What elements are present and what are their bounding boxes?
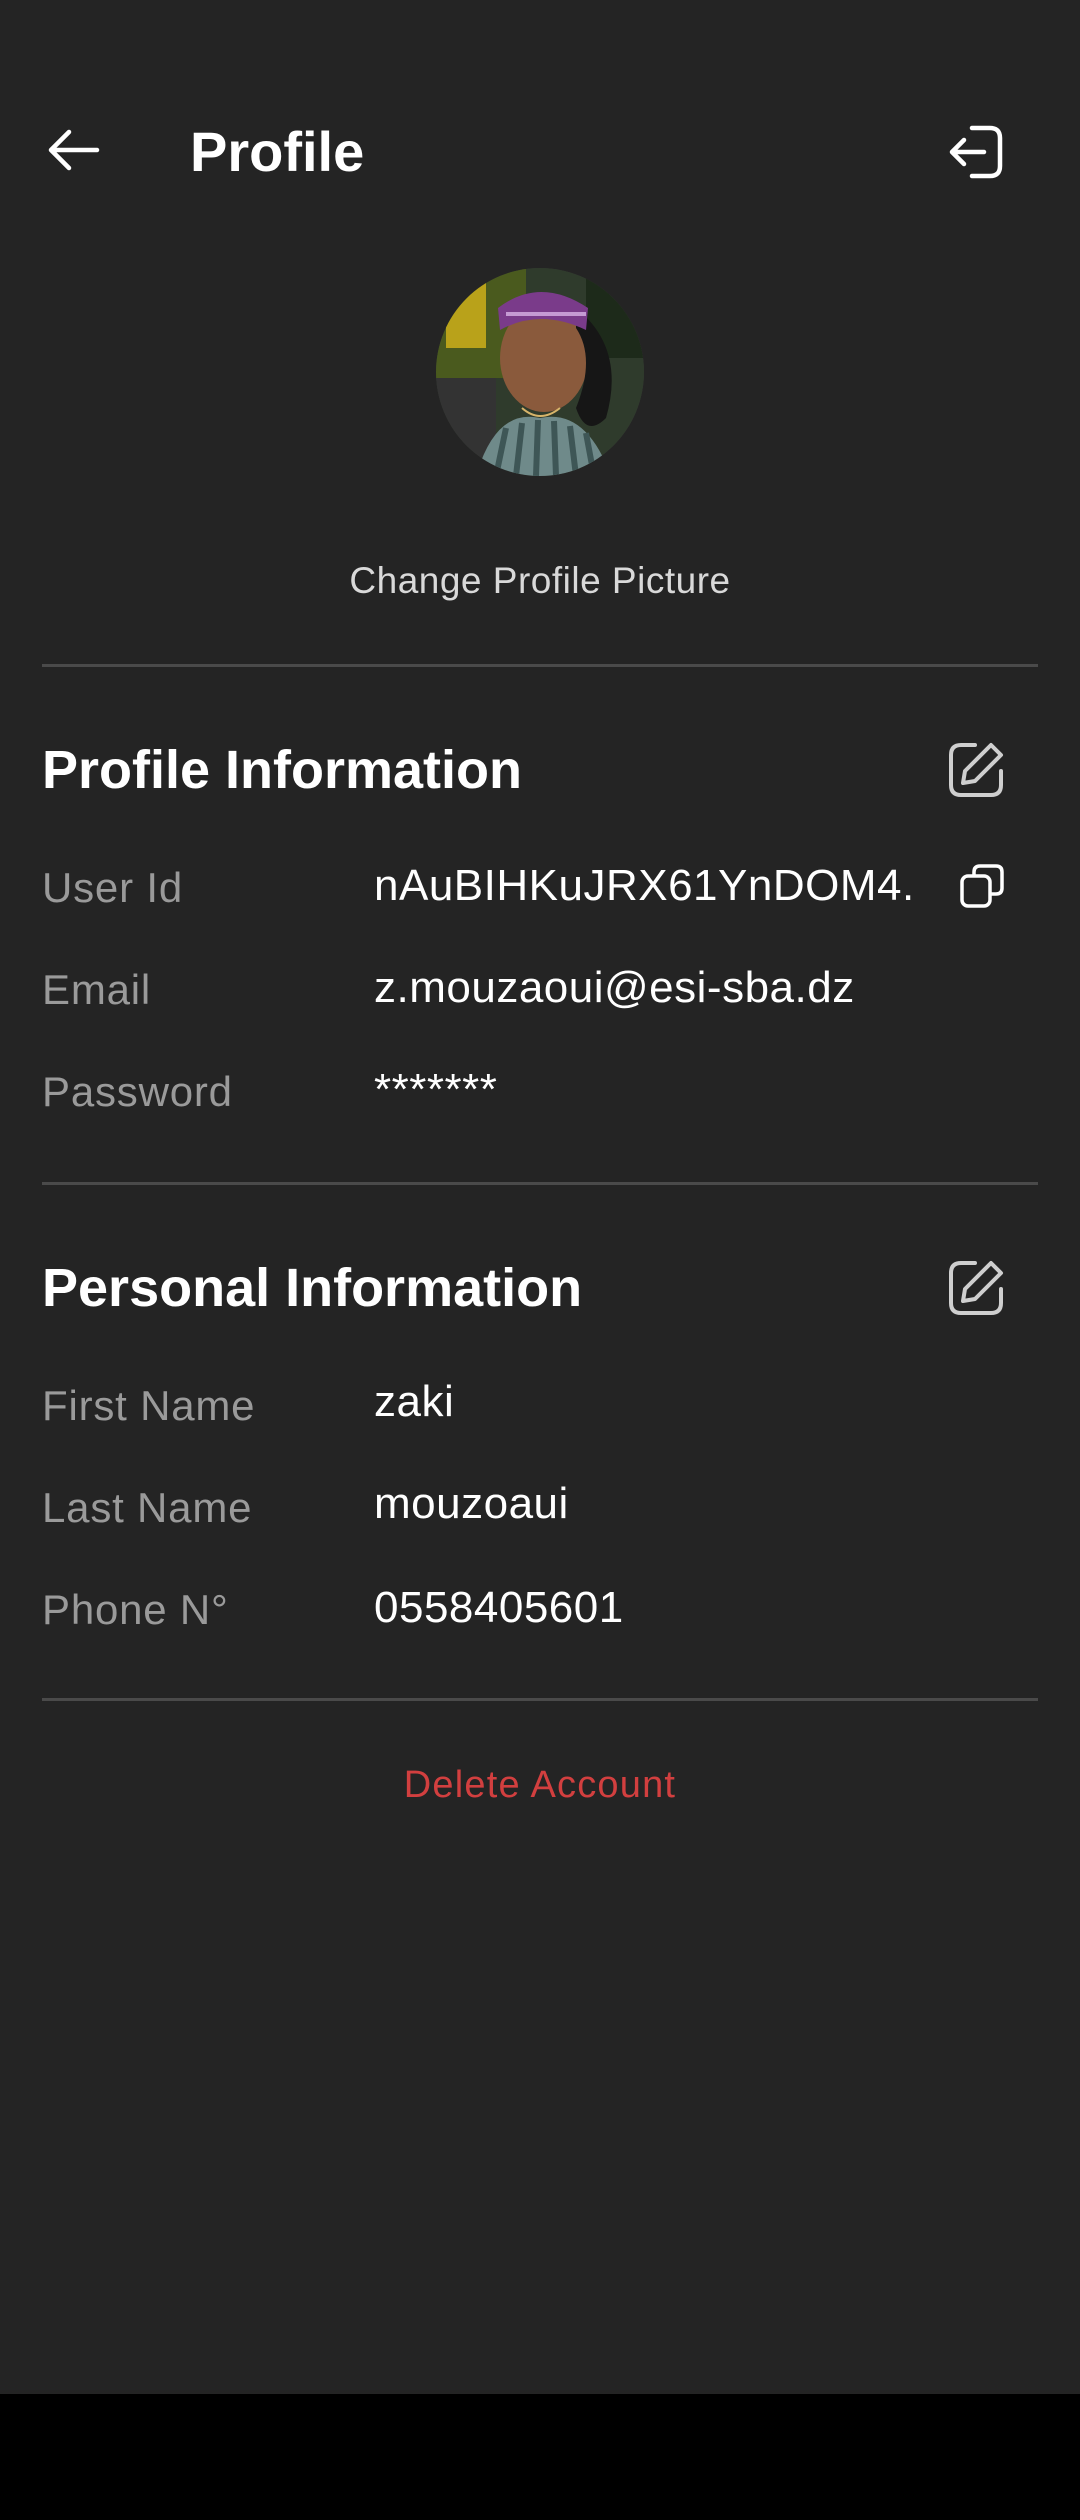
divider bbox=[42, 664, 1038, 667]
delete-account-button[interactable]: Delete Account bbox=[0, 1760, 1080, 1810]
system-navigation-bar bbox=[0, 2394, 1080, 2520]
edit-profile-information-button[interactable] bbox=[940, 736, 1012, 808]
first-name-value: zaki bbox=[374, 1377, 455, 1426]
edit-icon bbox=[945, 1257, 1007, 1324]
profile-screen: Profile Change Profile Picture Profile I… bbox=[0, 0, 1080, 2394]
divider bbox=[42, 1698, 1038, 1701]
phone-label: Phone N° bbox=[42, 1586, 229, 1633]
password-value: ******* bbox=[374, 1065, 498, 1114]
last-name-label: Last Name bbox=[42, 1484, 253, 1531]
logout-icon bbox=[946, 122, 1006, 187]
personal-information-title: Personal Information bbox=[42, 1258, 583, 1318]
edit-icon bbox=[945, 739, 1007, 806]
avatar[interactable] bbox=[436, 268, 644, 476]
email-label: Email bbox=[42, 966, 152, 1013]
page-title: Profile bbox=[190, 120, 365, 183]
edit-personal-information-button[interactable] bbox=[940, 1254, 1012, 1326]
logout-button[interactable] bbox=[936, 118, 1016, 190]
user-id-label: User Id bbox=[42, 864, 183, 911]
password-label: Password bbox=[42, 1068, 233, 1115]
last-name-value: mouzoaui bbox=[374, 1479, 569, 1528]
copy-user-id-button[interactable] bbox=[954, 860, 1010, 916]
arrow-left-icon bbox=[45, 128, 101, 177]
user-id-value: nAuBIHKuJRX61YnDOM4... bbox=[374, 861, 914, 910]
app-header: Profile bbox=[0, 100, 1080, 204]
first-name-label: First Name bbox=[42, 1382, 256, 1429]
back-button[interactable] bbox=[34, 118, 112, 186]
copy-icon bbox=[958, 862, 1006, 915]
divider bbox=[42, 1182, 1038, 1185]
phone-value: 0558405601 bbox=[374, 1583, 624, 1632]
profile-information-title: Profile Information bbox=[42, 740, 523, 800]
email-value: z.mouzaoui@esi-sba.dz bbox=[374, 963, 855, 1012]
change-profile-picture-link[interactable]: Change Profile Picture bbox=[0, 556, 1080, 606]
